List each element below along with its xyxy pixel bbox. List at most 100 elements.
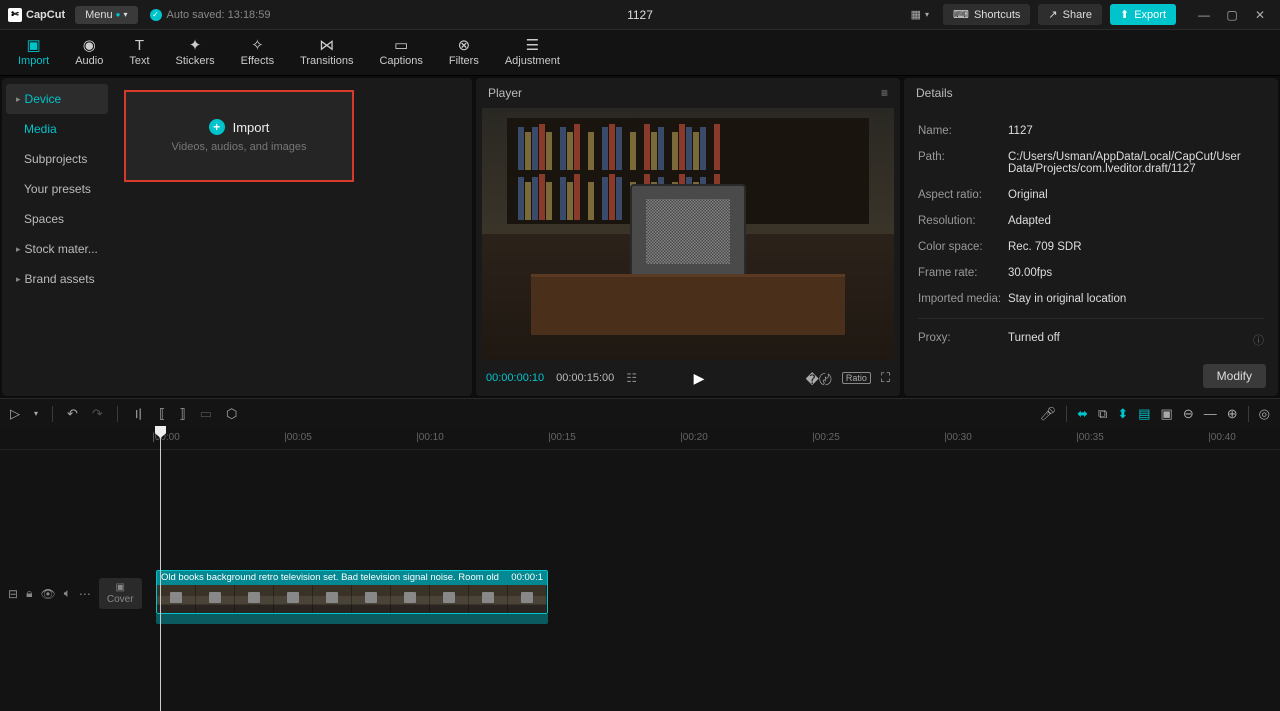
- zoom-fit-button[interactable]: ◎: [1259, 406, 1270, 422]
- info-icon[interactable]: ⓘ: [1253, 332, 1264, 348]
- split-right-tool[interactable]: ⟧: [179, 406, 185, 422]
- player-controls: 00:00:00:10 00:00:15:00 ☷ ▶ �〄 Ratio ⛶: [476, 360, 900, 396]
- player-title: Player: [488, 86, 522, 100]
- layout-indicator[interactable]: ▦▾: [911, 8, 929, 21]
- audio-track[interactable]: [156, 614, 548, 624]
- sidebar-item-stock[interactable]: ▸Stock mater...: [6, 234, 108, 264]
- timeline[interactable]: |00:00 |00:05 |00:10 |00:15 |00:20 |00:2…: [0, 428, 1280, 711]
- redo-button[interactable]: ↷: [92, 406, 103, 422]
- ruler-tick: |00:20: [680, 432, 708, 443]
- fullscreen-icon[interactable]: ⛶: [881, 370, 890, 386]
- zoom-slider[interactable]: —: [1204, 406, 1217, 421]
- collapse-icon[interactable]: ⊟: [8, 587, 18, 601]
- ruler-tick: |00:05: [284, 432, 312, 443]
- more-icon[interactable]: ⋯: [79, 587, 91, 601]
- keyboard-icon: ⌨: [953, 8, 969, 21]
- share-icon: ↗: [1048, 8, 1057, 21]
- split-tool[interactable]: 〢: [132, 404, 145, 423]
- detail-key-imported: Imported media:: [918, 293, 1008, 305]
- tab-stickers[interactable]: ✦Stickers: [164, 34, 227, 71]
- player-menu-icon[interactable]: ≡: [881, 86, 888, 100]
- sidebar-item-device[interactable]: ▸Device: [6, 84, 108, 114]
- effects-icon: ✧: [251, 38, 264, 53]
- ratio-button[interactable]: Ratio: [842, 372, 871, 384]
- sidebar-item-spaces[interactable]: Spaces: [6, 204, 108, 234]
- mute-icon[interactable]: 🔈︎: [64, 586, 71, 601]
- media-tabs: ▣Import ◉Audio TText ✦Stickers ✧Effects …: [0, 30, 1280, 76]
- app-name: CapCut: [26, 9, 65, 21]
- sidebar-item-media[interactable]: Media: [6, 114, 108, 144]
- captions-icon: ▭: [394, 38, 408, 53]
- detail-key-proxy: Proxy:: [918, 332, 1008, 348]
- detail-val-framerate: 30.00fps: [1008, 267, 1264, 279]
- detail-val-name: 1127: [1008, 125, 1264, 137]
- play-button[interactable]: ▶: [694, 370, 705, 387]
- image-icon: ▣: [116, 582, 125, 593]
- menu-button[interactable]: Menu●▾: [75, 6, 137, 24]
- chevron-right-icon: ▸: [16, 274, 21, 285]
- maximize-button[interactable]: ▢: [1220, 5, 1244, 25]
- zoom-in-button[interactable]: ⊕: [1227, 406, 1238, 422]
- zoom-out-button[interactable]: ⊖: [1183, 406, 1194, 422]
- detail-key-name: Name:: [918, 125, 1008, 137]
- timeline-ruler[interactable]: |00:00 |00:05 |00:10 |00:15 |00:20 |00:2…: [0, 428, 1280, 450]
- sidebar-item-brand[interactable]: ▸Brand assets: [6, 264, 108, 294]
- tab-audio[interactable]: ◉Audio: [63, 34, 115, 71]
- tab-transitions[interactable]: ⋈Transitions: [288, 34, 365, 71]
- preview-toggle[interactable]: ▤: [1138, 406, 1150, 422]
- import-subtext: Videos, audios, and images: [172, 141, 307, 153]
- list-icon[interactable]: ☷: [626, 371, 637, 385]
- chevron-right-icon: ▸: [16, 244, 21, 255]
- marker-tool[interactable]: ⬡: [226, 406, 237, 422]
- crop-toggle[interactable]: ▣: [1161, 406, 1173, 422]
- audio-icon: ◉: [83, 38, 96, 53]
- pointer-dropdown[interactable]: ▾: [34, 409, 38, 418]
- tab-effects[interactable]: ✧Effects: [229, 34, 286, 71]
- modify-button[interactable]: Modify: [1203, 364, 1266, 388]
- sidebar-item-presets[interactable]: Your presets: [6, 174, 108, 204]
- share-button[interactable]: ↗ Share: [1038, 4, 1102, 25]
- details-panel: Name:1127 Path:C:/Users/Usman/AppData/Lo…: [904, 108, 1278, 356]
- detail-val-path: C:/Users/Usman/AppData/Local/CapCut/User…: [1008, 151, 1264, 175]
- delete-tool[interactable]: ▭: [200, 406, 212, 422]
- tab-text[interactable]: TText: [117, 34, 161, 71]
- sidebar-item-subprojects[interactable]: Subprojects: [6, 144, 108, 174]
- scan-icon[interactable]: �〄: [806, 369, 832, 388]
- detail-val-colorspace: Rec. 709 SDR: [1008, 241, 1264, 253]
- total-time: 00:00:15:00: [556, 372, 614, 384]
- undo-button[interactable]: ↶: [67, 406, 78, 422]
- adjustment-icon: ☰: [526, 38, 539, 53]
- tab-filters[interactable]: ⊗Filters: [437, 34, 491, 71]
- snap-toggle[interactable]: ⬌: [1077, 406, 1088, 422]
- tab-import[interactable]: ▣Import: [6, 34, 61, 71]
- visibility-icon[interactable]: 👁: [40, 587, 55, 601]
- export-icon: ⬆: [1120, 8, 1129, 21]
- ruler-tick: |00:10: [416, 432, 444, 443]
- titlebar: ✄ CapCut Menu●▾ ✓ Auto saved: 13:18:59 1…: [0, 0, 1280, 30]
- tab-captions[interactable]: ▭Captions: [367, 34, 434, 71]
- track-controls: ⊟ 🔒︎ 👁 🔈︎ ⋯ ▣ Cover: [0, 578, 110, 609]
- detail-val-res: Adapted: [1008, 215, 1264, 227]
- clip-duration: 00:00:1: [511, 572, 543, 584]
- close-button[interactable]: ✕: [1248, 5, 1272, 25]
- import-dropzone[interactable]: + Import Videos, audios, and images: [124, 90, 354, 182]
- logo-icon: ✄: [8, 8, 22, 22]
- split-left-tool[interactable]: ⟦: [159, 406, 165, 422]
- detail-key-aspect: Aspect ratio:: [918, 189, 1008, 201]
- plus-icon: +: [209, 119, 225, 135]
- minimize-button[interactable]: —: [1192, 5, 1216, 25]
- filters-icon: ⊗: [458, 38, 471, 53]
- layout-icon: ▦: [911, 8, 921, 21]
- player-preview[interactable]: [482, 108, 894, 360]
- playhead[interactable]: [160, 428, 161, 711]
- timeline-clip[interactable]: Old books background retro television se…: [156, 570, 548, 614]
- shortcuts-button[interactable]: ⌨ Shortcuts: [943, 4, 1030, 25]
- mic-button[interactable]: 🎤︎: [1040, 406, 1057, 422]
- link-toggle[interactable]: ⧉: [1098, 406, 1107, 422]
- pointer-tool[interactable]: ▷: [10, 406, 20, 422]
- magnet-toggle[interactable]: ⬍: [1117, 406, 1128, 422]
- export-button[interactable]: ⬆ Export: [1110, 4, 1176, 25]
- cover-button[interactable]: ▣ Cover: [99, 578, 142, 609]
- tab-adjustment[interactable]: ☰Adjustment: [493, 34, 572, 71]
- lock-icon[interactable]: 🔒︎: [26, 586, 32, 601]
